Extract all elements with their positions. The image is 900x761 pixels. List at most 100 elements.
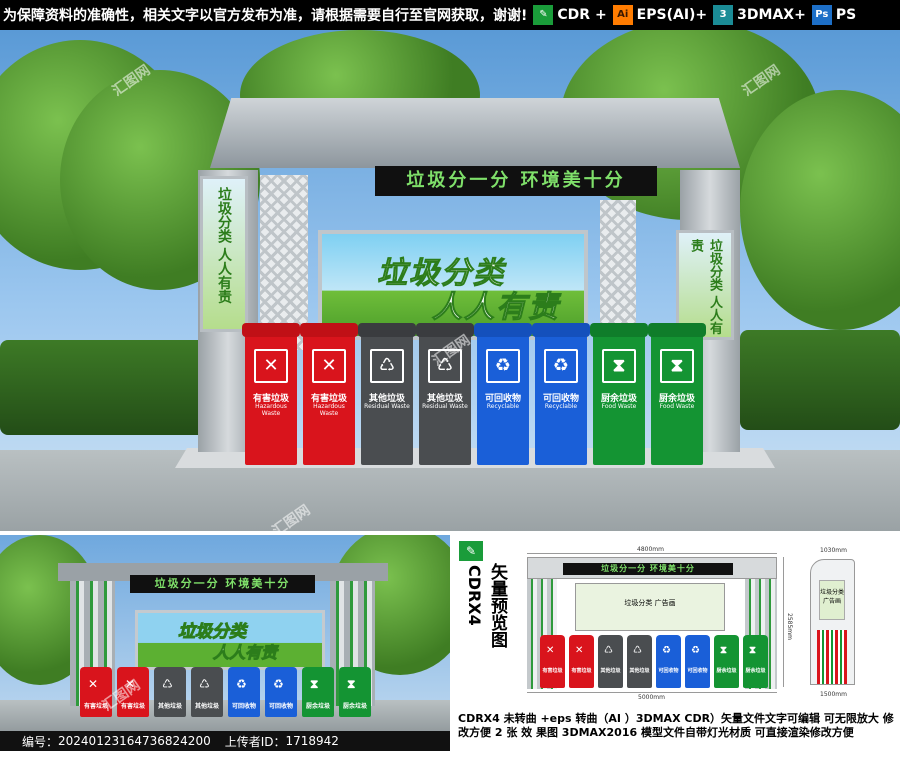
billboard: 垃圾分类 人人有责: [135, 610, 325, 670]
bin-symbol-icon: ♺: [370, 349, 404, 383]
code-value: 20240123164736824200: [58, 734, 211, 748]
bin-sublabel: Food Waste: [601, 403, 637, 410]
drawing-board: 垃圾分类 广告画: [575, 583, 725, 631]
trash-bin-blue: ♻ 可回收物: [656, 635, 681, 688]
side-view-board: 垃圾分类 广告画: [819, 580, 845, 620]
bin-symbol-icon: ✕: [88, 677, 99, 691]
trash-bin-green: ⧗ 厨余垃圾: [302, 667, 334, 717]
bin-symbol-icon: ⧗: [749, 645, 757, 656]
trash-bin-red: ✕ 有害垃圾: [540, 635, 565, 688]
bin-symbol-icon: ✕: [254, 349, 288, 383]
dimension-height: 2585mm: [786, 613, 793, 640]
bin-symbol-icon: ♻: [236, 677, 247, 691]
secondary-render-image: 垃圾分一分 环境美十分 垃圾分类 人人有责 ✕ 有害垃圾 ✕ 有害垃圾 ♺ 其他垃圾 ♺ 其他…: [0, 535, 450, 731]
trash-bin-green: ⧗ 厨余垃圾: [714, 635, 739, 688]
bin-sublabel: Food Waste: [659, 403, 695, 410]
trash-bin-blue: ♻ 可回收物 Recyclable: [532, 323, 590, 465]
pavement: [0, 700, 450, 731]
trash-bin-blue: ♻ 可回收物: [685, 635, 710, 688]
ai-logo-icon: Ai: [612, 5, 633, 25]
trash-bin-grey: ♺ 其他垃圾: [598, 635, 623, 688]
bin-sublabel: Hazardous Waste: [255, 403, 287, 417]
bin-sublabel: Residual Waste: [422, 403, 468, 410]
uploader-value: 1718942: [285, 734, 339, 748]
trash-bin-green: ⧗ 厨余垃圾: [339, 667, 371, 717]
bin-symbol-icon: ♻: [486, 349, 520, 383]
bin-symbol-icon: ✕: [546, 645, 555, 656]
top-notice-bar: 为保障资料的准确性，相关文字以官方发布为准，请根据需要自行至官网获取，谢谢! ✎…: [0, 0, 900, 30]
bin-label: 可回收物: [268, 703, 293, 710]
trash-bin-blue: ♻ 可回收物: [265, 667, 297, 717]
billboard-line2: 人人有责: [432, 290, 560, 326]
format-ps: Ps PS: [811, 5, 856, 25]
bin-symbol-icon: ⧗: [602, 349, 636, 383]
trash-bin-red: ✕ 有害垃圾 Hazardous Waste: [242, 323, 300, 465]
trash-bin-red: ✕ 有害垃圾: [569, 635, 594, 688]
code-label: 编号：: [22, 734, 59, 749]
uploader-label: 上传者ID：: [224, 734, 286, 749]
trash-bin-red: ✕ 有害垃圾 Hazardous Waste: [300, 323, 358, 465]
bin-lid: [532, 323, 590, 337]
bin-label: 厨余垃圾: [305, 703, 330, 710]
bin-symbol-icon: ✕: [575, 645, 584, 656]
dimension-line-top: [527, 553, 777, 554]
drawing-side-view: 垃圾分类 广告画: [810, 559, 855, 685]
bin-label: 可回收物: [231, 703, 256, 710]
footer-bar: 编号： 20240123164736824200 上传者ID： 1718942: [0, 731, 450, 751]
format-eps: Ai EPS(AI)+: [612, 5, 707, 25]
hedge-left: [0, 340, 230, 435]
bin-label: 可回收物: [687, 668, 708, 674]
bin-lid: [300, 323, 358, 337]
billboard-line2: 人人有责: [212, 643, 278, 663]
bin-label: 其他垃圾: [629, 668, 650, 674]
vector-preview: ✎ CDRX4 矢量预览图 4800mm 垃圾分一分 环境美十分 垃圾分类 广告…: [455, 535, 900, 710]
trash-bin-green: ⧗ 厨余垃圾 Food Waste: [590, 323, 648, 465]
bin-symbol-icon: ♻: [662, 645, 671, 656]
bin-sublabel: Hazardous Waste: [313, 403, 345, 417]
trash-bin-blue: ♻ 可回收物 Recyclable: [474, 323, 532, 465]
shelter-roof: [210, 98, 740, 168]
bin-label: 有害垃圾: [542, 668, 563, 674]
bin-label: 厨余垃圾: [745, 668, 766, 674]
bin-label: 厨余垃圾: [342, 703, 367, 710]
dimension-top-width: 4800mm: [637, 546, 664, 553]
bin-symbol-icon: ⧗: [310, 677, 319, 691]
bin-lid: [648, 323, 706, 337]
bin-label: 可回收物: [658, 668, 679, 674]
left-side-panel-text: 垃圾分类 人人有责: [216, 187, 232, 304]
bin-symbol-icon: ⧗: [347, 677, 356, 691]
preview-label: 矢量预览图: [487, 563, 507, 648]
bin-sublabel: Residual Waste: [364, 403, 410, 410]
dimension-line-height: [783, 557, 784, 687]
bin-symbol-icon: ♺: [199, 677, 210, 691]
bin-symbol-icon: ♺: [162, 677, 173, 691]
dimension-bottom-width: 5000mm: [638, 694, 665, 701]
trash-bin-grey: ♺ 其他垃圾: [154, 667, 186, 717]
dimension-side-bottom: 1500mm: [820, 691, 847, 698]
bin-label: 其他垃圾: [194, 703, 219, 710]
bin-lid: [474, 323, 532, 337]
cdr-logo-icon: ✎: [459, 541, 483, 561]
trash-bin-green: ⧗ 厨余垃圾 Food Waste: [648, 323, 706, 465]
bin-lid: [590, 323, 648, 337]
left-side-panel: 垃圾分类 人人有责: [200, 176, 248, 332]
bin-symbol-icon: ♻: [691, 645, 700, 656]
bin-lid: [358, 323, 416, 337]
notice-text: 为保障资料的准确性，相关文字以官方发布为准，请根据需要自行至官网获取，谢谢!: [3, 8, 528, 24]
trash-bin-grey: ♺ 其他垃圾: [627, 635, 652, 688]
bin-symbol-icon: ♻: [544, 349, 578, 383]
dimension-line-bottom: [527, 692, 777, 693]
cdr-logo-icon: ✎: [533, 5, 554, 25]
side-view-bins: [817, 630, 847, 684]
bin-label: 其他垃圾: [157, 703, 182, 710]
bin-symbol-icon: ♻: [273, 677, 284, 691]
bin-symbol-icon: ⧗: [720, 645, 728, 656]
bin-sublabel: Recyclable: [486, 403, 520, 410]
drawing-sign: 垃圾分一分 环境美十分: [563, 563, 733, 575]
trash-bin-grey: ♺ 其他垃圾 Residual Waste: [358, 323, 416, 465]
bin-label: 其他垃圾: [600, 668, 621, 674]
bin-symbol-icon: ♺: [633, 645, 642, 656]
bin-symbol-icon: ✕: [312, 349, 346, 383]
bin-symbol-icon: ⧗: [660, 349, 694, 383]
bin-symbol-icon: ♺: [604, 645, 613, 656]
